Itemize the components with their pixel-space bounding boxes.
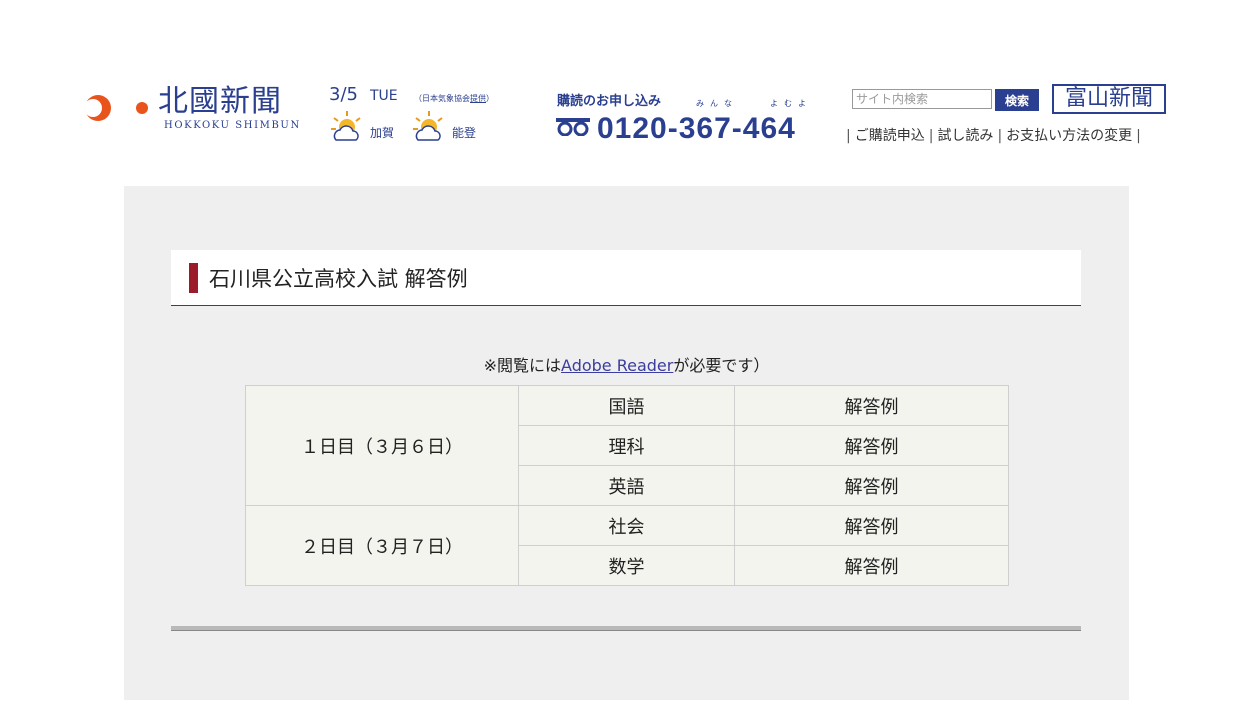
weather-area-label: 加賀 xyxy=(370,126,395,140)
day-cell: ２日目（３月７日） xyxy=(245,505,519,586)
logo-mark-icon xyxy=(84,81,148,134)
freedial-icon xyxy=(556,118,590,136)
answer-link[interactable]: 解答例 xyxy=(734,385,1009,426)
subject-cell: 数学 xyxy=(518,545,735,586)
link-trial[interactable]: 試し読み xyxy=(937,128,993,144)
logo-name-en: HOKKOKU SHIMBUN xyxy=(164,120,301,131)
current-weekday: TUE xyxy=(370,88,398,104)
weather-credit-prefix: （日本気象協会 xyxy=(414,94,470,103)
link-payment-change[interactable]: お支払い方法の変更 xyxy=(1006,128,1132,144)
subscription-label: 購読のお申し込み xyxy=(557,94,662,109)
content-panel: 石川県公立高校入試 解答例 ※閲覧にはAdobe Readerが必要です） １日… xyxy=(124,186,1129,700)
logo-name-jp: 北國新聞 xyxy=(158,84,282,119)
answer-link[interactable]: 解答例 xyxy=(734,425,1009,466)
note-suffix: が必要です） xyxy=(673,356,770,375)
page-heading: 石川県公立高校入試 解答例 xyxy=(171,250,1081,306)
sun-cloud-icon xyxy=(331,111,361,141)
table-row: ２日目（３月７日） 社会 解答例 xyxy=(245,505,1009,586)
link-subscribe[interactable]: ご購読申込 xyxy=(855,128,925,144)
phone-kana-1: みんな xyxy=(696,99,738,108)
page-title: 石川県公立高校入試 解答例 xyxy=(209,267,468,291)
site-search-input[interactable] xyxy=(852,89,992,109)
note-prefix: ※閲覧には xyxy=(483,356,562,375)
day-cell: １日目（３月６日） xyxy=(245,385,519,506)
weather-credit-link[interactable]: 提供 xyxy=(470,94,486,103)
phone-kana-2: よむよ xyxy=(770,99,812,108)
header-links: | ご購読申込 | 試し読み | お支払い方法の変更 | xyxy=(846,128,1141,144)
weather-credit: （日本気象協会提供） xyxy=(414,93,494,104)
answer-link[interactable]: 解答例 xyxy=(734,545,1009,586)
answer-link[interactable]: 解答例 xyxy=(734,465,1009,506)
current-date: 3/5 xyxy=(329,84,358,105)
weather-area-label: 能登 xyxy=(452,126,477,140)
subject-cell: 社会 xyxy=(518,505,735,546)
adobe-reader-link[interactable]: Adobe Reader xyxy=(561,356,673,375)
subscription-phone[interactable]: 0120-367-464 xyxy=(597,112,796,146)
search-button[interactable]: 検索 xyxy=(995,89,1039,111)
subject-cell: 国語 xyxy=(518,385,735,426)
section-divider xyxy=(171,626,1081,631)
subject-cell: 理科 xyxy=(518,425,735,466)
heading-accent-bar xyxy=(189,263,198,293)
toyama-shimbun-link[interactable]: 富山新聞 xyxy=(1052,84,1166,114)
table-row: １日目（３月６日） 国語 解答例 xyxy=(245,385,1009,506)
sun-cloud-icon xyxy=(413,111,443,141)
reader-note: ※閲覧にはAdobe Readerが必要です） xyxy=(124,352,1129,376)
weather-credit-suffix: ） xyxy=(486,94,494,103)
site-logo[interactable]: 北國新聞 HOKKOKU SHIMBUN xyxy=(84,78,324,138)
subject-cell: 英語 xyxy=(518,465,735,506)
answers-table: １日目（３月６日） 国語 解答例 理科 解答例 英語 解答例 ２日目（３月７日）… xyxy=(245,385,1009,586)
answer-link[interactable]: 解答例 xyxy=(734,505,1009,546)
